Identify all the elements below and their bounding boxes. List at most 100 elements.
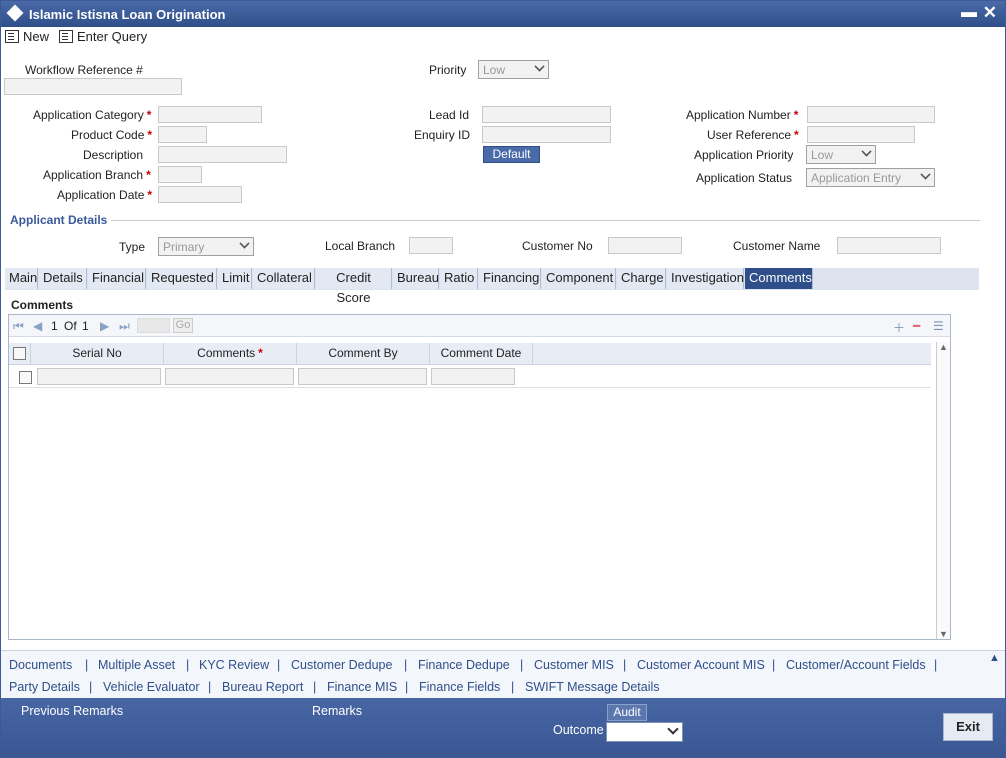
col-comments: Comments * [197,346,263,360]
outcome-select[interactable] [606,722,683,742]
tab-details[interactable]: Details [39,268,87,289]
tab-requested[interactable]: Requested [147,268,217,289]
next-page-icon[interactable]: ▶ [100,319,109,333]
chevron-down-icon [239,238,250,249]
applicant-details-title: Applicant Details [10,213,108,227]
type-value: Primary [163,240,205,254]
local-branch-input[interactable] [409,237,453,254]
tab-bureau[interactable]: Bureau [393,268,439,289]
app-number-input[interactable] [807,106,935,123]
scroll-up-icon[interactable]: ▲ [939,342,948,352]
comment-date-cell[interactable] [431,368,515,385]
comments-grid: ⏮ ◀ 1 Of 1 ▶ ⏭ Go ＋ ━ ☰ Serial No Commen… [8,314,951,640]
pager-total: 1 [82,319,89,333]
priority-select[interactable]: Low [478,60,549,79]
collapse-up-icon[interactable]: ▲ [989,652,1000,664]
app-number-label: Application Number * [686,108,799,122]
user-ref-input[interactable] [807,126,915,143]
customer-no-input[interactable] [608,237,682,254]
link-bureau-report[interactable]: Bureau Report [222,680,303,694]
serial-no-cell[interactable] [37,368,161,385]
priority-value: Low [483,63,506,77]
link-customer-account-fields[interactable]: Customer/Account Fields [786,658,926,672]
audit-button[interactable]: Audit [607,704,647,721]
close-icon[interactable]: ✕ [983,3,997,23]
tab-credit-score[interactable]: Credit Score [316,268,392,305]
tab-collateral[interactable]: Collateral [253,268,315,289]
description-input[interactable] [158,146,287,163]
type-select[interactable]: Primary [158,237,254,256]
pager: ⏮ ◀ 1 Of 1 ▶ ⏭ Go ＋ ━ ☰ [9,315,950,337]
link-finance-dedupe[interactable]: Finance Dedupe [418,658,510,672]
last-page-icon[interactable]: ⏭ [119,319,130,334]
app-date-label: Application Date * [57,188,153,202]
description-label: Description [83,148,144,162]
app-branch-input[interactable] [158,166,202,183]
link-documents[interactable]: Documents [9,658,72,672]
scroll-down-icon[interactable]: ▼ [939,629,948,639]
link-customer-dedupe[interactable]: Customer Dedupe [291,658,392,672]
app-branch-label: Application Branch * [43,168,151,182]
tab-ratio[interactable]: Ratio [440,268,478,289]
product-code-label: Product Code * [71,128,153,142]
app-status-select[interactable]: Application Entry [806,168,935,187]
chevron-down-icon [667,723,679,735]
new-button[interactable]: New [5,29,49,44]
add-row-icon[interactable]: ＋ [893,319,905,336]
tab-financing[interactable]: Financing [479,268,541,289]
tab-charge[interactable]: Charge [617,268,666,289]
tab-comments[interactable]: Comments [745,268,813,289]
enter-query-button[interactable]: Enter Query [59,29,147,44]
row-checkbox[interactable] [19,371,32,384]
link-swift-message-details[interactable]: SWIFT Message Details [525,680,660,694]
tab-investigation[interactable]: Investigation [667,268,744,289]
comment-by-cell[interactable] [298,368,427,385]
title-bar: Islamic Istisna Loan Origination ▬ ✕ [1,1,1005,27]
local-branch-label: Local Branch [325,239,396,253]
tab-component[interactable]: Component [542,268,616,289]
workflow-ref-input[interactable] [4,78,182,95]
first-page-icon[interactable]: ⏮ [13,319,24,334]
comments-cell[interactable] [165,368,294,385]
chevron-down-icon [861,146,872,157]
delete-row-icon[interactable]: ━ [913,319,920,333]
chevron-down-icon [920,169,931,180]
app-category-label: Application Category * [33,108,152,122]
select-all-checkbox[interactable] [13,347,26,360]
view-list-icon[interactable]: ☰ [933,319,944,333]
vertical-scrollbar[interactable]: ▲ ▼ [936,342,950,639]
product-code-input[interactable] [158,126,207,143]
link-customer-mis[interactable]: Customer MIS [534,658,614,672]
app-status-label: Application Status [696,171,793,185]
link-finance-fields[interactable]: Finance Fields [419,680,500,694]
link-party-details[interactable]: Party Details [9,680,80,694]
user-ref-label: User Reference * [707,128,799,142]
default-button[interactable]: Default [483,146,540,163]
customer-name-label: Customer Name [733,239,821,253]
link-finance-mis[interactable]: Finance MIS [327,680,397,694]
link-vehicle-evaluator[interactable]: Vehicle Evaluator [103,680,200,694]
tab-limit[interactable]: Limit [218,268,252,289]
app-priority-select[interactable]: Low [806,145,876,164]
exit-button[interactable]: Exit [943,713,993,741]
column-divider [532,343,533,365]
section-divider [111,220,980,221]
minimize-icon[interactable]: ▬ [961,4,977,22]
link-kyc-review[interactable]: KYC Review [199,658,269,672]
lead-id-input[interactable] [482,106,611,123]
footer: Previous Remarks Remarks Audit Outcome E… [1,698,1005,757]
app-category-input[interactable] [158,106,262,123]
comments-section-title: Comments [11,298,74,312]
link-multiple-asset[interactable]: Multiple Asset [98,658,175,672]
link-customer-account-mis[interactable]: Customer Account MIS [637,658,765,672]
tab-main[interactable]: Main [5,268,38,289]
page-number-input[interactable] [137,318,170,333]
workflow-ref-label: Workflow Reference # [25,63,143,77]
app-date-input[interactable] [158,186,242,203]
outcome-label: Outcome [553,723,604,737]
enquiry-id-input[interactable] [482,126,611,143]
tab-financial[interactable]: Financial [88,268,146,289]
prev-page-icon[interactable]: ◀ [33,319,42,333]
customer-name-input[interactable] [837,237,941,254]
go-button[interactable]: Go [173,318,193,333]
